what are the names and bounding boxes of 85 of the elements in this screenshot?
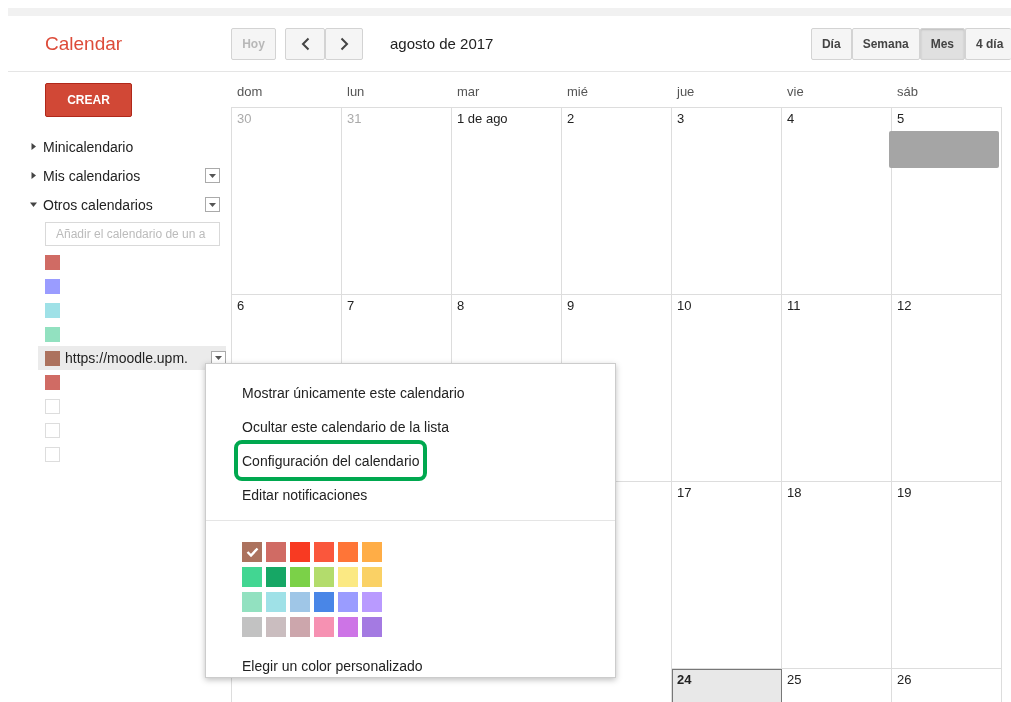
day-number: 9 xyxy=(567,298,575,313)
view-tab[interactable]: 4 día xyxy=(965,27,1011,60)
weekday-header: sáb xyxy=(896,83,919,101)
color-swatch[interactable] xyxy=(266,542,286,562)
color-swatch[interactable] xyxy=(338,617,358,637)
color-swatch[interactable] xyxy=(338,567,358,587)
day-number: 26 xyxy=(897,672,912,687)
color-swatch[interactable] xyxy=(362,567,382,587)
color-swatch[interactable] xyxy=(314,567,334,587)
previous-button[interactable] xyxy=(285,27,325,60)
section-header[interactable]: Mis calendarios xyxy=(43,167,205,184)
color-swatch[interactable] xyxy=(242,592,262,612)
day-number: 12 xyxy=(897,298,912,313)
menu-item[interactable]: Editar notificaciones xyxy=(242,478,368,512)
chevron-left-icon xyxy=(300,36,310,51)
weekday-header: jue xyxy=(675,83,696,101)
color-swatch[interactable] xyxy=(314,542,334,562)
color-swatch[interactable] xyxy=(242,542,262,562)
color-swatch[interactable] xyxy=(266,592,286,612)
view-tab[interactable]: Día xyxy=(810,27,852,60)
menu-item[interactable]: Mostrar únicamente este calendario xyxy=(242,376,465,410)
day-number: 4 xyxy=(787,111,795,126)
color-swatch[interactable] xyxy=(314,592,334,612)
color-swatch[interactable] xyxy=(338,542,358,562)
weekday-header: mar xyxy=(456,83,481,101)
day-number: 10 xyxy=(677,298,692,313)
period-title: agosto de 2017 xyxy=(390,35,495,52)
day-number: 11 xyxy=(787,298,801,313)
calendar-swatch[interactable] xyxy=(45,446,60,462)
day-number: 24 xyxy=(677,672,692,687)
day-number: 31 xyxy=(347,111,362,126)
color-swatch[interactable] xyxy=(338,592,358,612)
day-number: 18 xyxy=(787,485,802,500)
color-swatch[interactable] xyxy=(266,567,286,587)
color-swatch[interactable] xyxy=(242,617,262,637)
day-number: 3 xyxy=(677,111,685,126)
weekday-header: mié xyxy=(566,83,589,101)
calendar-swatch[interactable] xyxy=(45,302,60,318)
color-swatch[interactable] xyxy=(362,542,382,562)
check-icon xyxy=(245,547,259,557)
view-tab[interactable]: Semana xyxy=(851,27,920,60)
calendar-swatch[interactable] xyxy=(45,326,60,342)
color-swatch[interactable] xyxy=(362,617,382,637)
calendar-swatch[interactable] xyxy=(45,374,60,390)
caret-down-icon xyxy=(215,356,222,360)
color-swatch[interactable] xyxy=(242,567,262,587)
caret-down-icon xyxy=(209,173,216,178)
color-swatch[interactable] xyxy=(266,617,286,637)
section-header[interactable]: Minicalendario xyxy=(43,138,220,155)
day-number: 17 xyxy=(677,485,692,500)
day-number: 30 xyxy=(237,111,252,126)
create-button[interactable]: CREAR xyxy=(45,83,132,117)
weekday-header: lun xyxy=(346,83,366,101)
color-swatch[interactable] xyxy=(290,617,310,637)
day-number: 2 xyxy=(567,111,575,126)
calendar-swatch[interactable] xyxy=(45,422,60,438)
app-logo: Calendar xyxy=(44,32,124,55)
calendar-swatch[interactable] xyxy=(45,254,60,270)
day-number: 5 xyxy=(897,111,905,126)
view-tab[interactable]: Mes xyxy=(919,27,965,60)
menu-item[interactable]: Configuración del calendario xyxy=(234,440,428,481)
dropdown-button[interactable] xyxy=(205,197,220,212)
color-swatch[interactable] xyxy=(362,592,382,612)
calendar-swatch[interactable] xyxy=(45,398,60,414)
section-header[interactable]: Otros calendarios xyxy=(43,196,205,213)
color-swatch[interactable] xyxy=(290,592,310,612)
color-swatch[interactable] xyxy=(290,542,310,562)
next-button[interactable] xyxy=(325,27,363,60)
dropdown-button[interactable] xyxy=(205,168,220,183)
weekday-header: vie xyxy=(786,83,805,101)
caret-down-icon xyxy=(209,202,216,207)
color-swatch[interactable] xyxy=(314,617,334,637)
chevron-right-icon xyxy=(339,36,349,51)
day-number: 7 xyxy=(347,298,355,313)
day-number: 1 de ago xyxy=(457,111,508,126)
add-calendar-field[interactable]: Añadir el calendario de un a xyxy=(45,222,220,246)
calendar-swatch[interactable] xyxy=(45,278,60,294)
day-number: 25 xyxy=(787,672,802,687)
custom-color-link[interactable]: Elegir un color personalizado xyxy=(242,658,615,674)
day-number: 8 xyxy=(457,298,465,313)
color-swatch[interactable] xyxy=(290,567,310,587)
weekday-header: dom xyxy=(236,83,264,101)
day-number: 6 xyxy=(237,298,245,313)
day-number: 19 xyxy=(897,485,912,500)
calendar-swatch[interactable] xyxy=(45,350,60,366)
